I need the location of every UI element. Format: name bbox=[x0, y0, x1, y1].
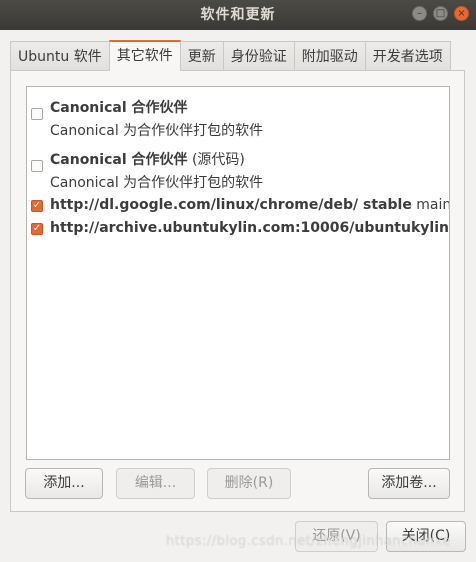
tab-authentication[interactable]: 身份验证 bbox=[222, 41, 295, 71]
tab-updates[interactable]: 更新 bbox=[179, 41, 224, 71]
sources-list[interactable]: Canonical 合作伙伴 Canonical 为合作伙伴打包的软件 Cano… bbox=[26, 86, 450, 460]
source-title: http://archive.ubuntukylin.com:10006/ubu… bbox=[50, 220, 449, 236]
list-item[interactable]: ✓ http://dl.google.com/linux/chrome/deb/… bbox=[27, 197, 449, 217]
add-volume-button[interactable]: 添加卷... bbox=[368, 468, 450, 499]
tab-developer-options[interactable]: 开发者选项 bbox=[364, 41, 451, 71]
tab-additional-drivers[interactable]: 附加驱动 bbox=[293, 41, 366, 71]
maximize-icon[interactable]: □ bbox=[433, 6, 448, 21]
tab-other-software[interactable]: 其它软件 bbox=[108, 40, 181, 71]
checkmark-icon[interactable]: ✓ bbox=[31, 223, 43, 235]
list-item[interactable]: Canonical 合作伙伴 (源代码) Canonical 为合作伙伴打包的软… bbox=[27, 149, 449, 195]
source-suffix: main bbox=[411, 197, 450, 213]
watermark-text: https://blog.csdn.net/zhengjinhanchanxe bbox=[166, 534, 451, 549]
source-title: http://dl.google.com/linux/chrome/deb/ s… bbox=[50, 197, 412, 213]
minimize-icon[interactable]: – bbox=[412, 6, 427, 21]
list-item[interactable]: ✓ http://archive.ubuntukylin.com:10006/u… bbox=[27, 220, 449, 240]
source-suffix: (源代码) bbox=[187, 152, 245, 168]
edit-button[interactable]: 编辑... bbox=[116, 468, 195, 499]
add-button[interactable]: 添加... bbox=[25, 468, 103, 499]
remove-button[interactable]: 删除(R) bbox=[207, 468, 291, 499]
source-checkbox[interactable] bbox=[31, 108, 43, 120]
list-item[interactable]: Canonical 合作伙伴 Canonical 为合作伙伴打包的软件 bbox=[27, 97, 449, 143]
source-subtitle: Canonical 为合作伙伴打包的软件 bbox=[50, 175, 264, 191]
source-title: Canonical 合作伙伴 bbox=[50, 152, 188, 168]
title-bar: 软件和更新 – □ × bbox=[0, 0, 476, 30]
source-subtitle: Canonical 为合作伙伴打包的软件 bbox=[50, 123, 264, 139]
tab-ubuntu-software[interactable]: Ubuntu 软件 bbox=[10, 41, 110, 71]
tab-panel-other-software: Canonical 合作伙伴 Canonical 为合作伙伴打包的软件 Cano… bbox=[10, 70, 465, 512]
checkmark-icon[interactable]: ✓ bbox=[31, 200, 43, 212]
source-title: Canonical 合作伙伴 bbox=[50, 100, 188, 116]
software-updates-window: 软件和更新 – □ × Ubuntu 软件 其它软件 更新 身份验证 附加驱动 … bbox=[0, 0, 476, 562]
tab-bar: Ubuntu 软件 其它软件 更新 身份验证 附加驱动 开发者选项 bbox=[10, 40, 466, 71]
source-checkbox[interactable] bbox=[31, 160, 43, 172]
window-title: 软件和更新 bbox=[200, 7, 276, 23]
close-icon[interactable]: × bbox=[454, 6, 469, 21]
